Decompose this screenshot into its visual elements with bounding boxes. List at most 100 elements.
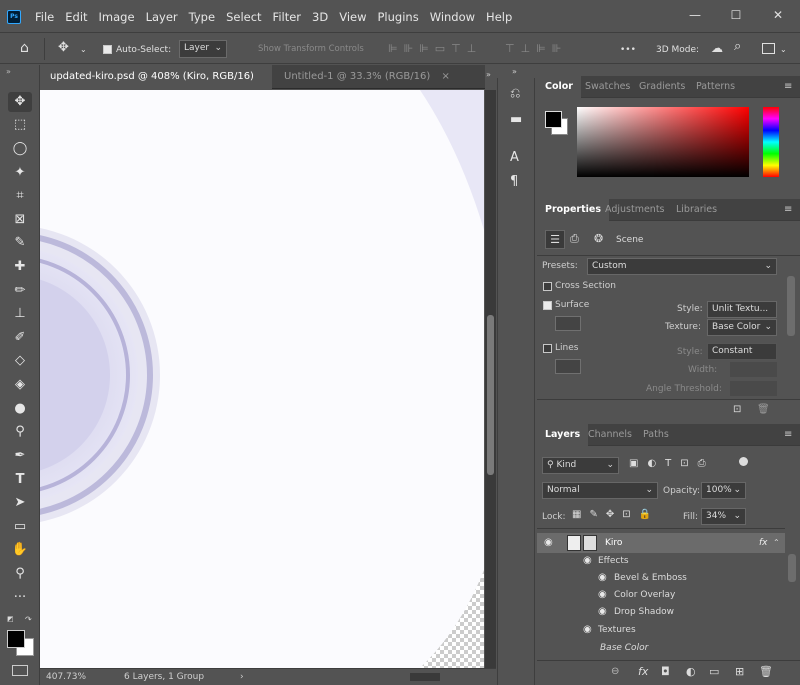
more-options-icon[interactable]: ••• xyxy=(620,43,636,57)
visibility-eye-icon[interactable]: ◉ xyxy=(583,621,592,639)
layer-row-effects[interactable]: ◉ Effects xyxy=(537,552,785,570)
history-icon[interactable]: ⎌ xyxy=(510,86,520,101)
new-layer-icon[interactable]: ⊞ xyxy=(735,665,744,678)
close-window-button[interactable]: ✕ xyxy=(771,8,785,22)
menu-image[interactable]: Image xyxy=(99,10,135,24)
tab-updated-kiro[interactable]: updated-kiro.psd @ 408% (Kiro, RGB/16) *… xyxy=(40,65,272,106)
panel-menu-icon[interactable]: ≡ xyxy=(784,81,794,92)
close-tab-icon[interactable]: × xyxy=(441,71,449,82)
magic-wand-icon[interactable]: ✦ xyxy=(8,163,32,183)
blur-tool-icon[interactable]: ● xyxy=(8,399,32,419)
tab-paths[interactable]: Paths xyxy=(635,424,677,446)
move-tool-icon[interactable]: ✥ xyxy=(58,41,69,55)
quick-mask-icon[interactable] xyxy=(12,665,28,676)
eyedropper-icon[interactable]: ✎ xyxy=(8,233,32,253)
minimize-button[interactable]: — xyxy=(688,8,702,22)
fx-icon[interactable]: fx xyxy=(638,665,648,678)
frame-tool-icon[interactable]: ⊠ xyxy=(8,210,32,230)
cloud-share-icon[interactable]: ☁ xyxy=(711,41,723,55)
crop-tool-icon[interactable]: ⌗ xyxy=(8,186,32,206)
visibility-eye-icon[interactable]: ◉ xyxy=(598,603,607,621)
auto-select-dropdown[interactable]: Layer ⌄ xyxy=(179,40,227,58)
scrollbar-thumb[interactable] xyxy=(487,315,494,475)
menu-help[interactable]: Help xyxy=(486,10,512,24)
menu-select[interactable]: Select xyxy=(226,10,261,24)
eraser-tool-icon[interactable]: ◇ xyxy=(8,351,32,371)
zoom-tool-icon[interactable]: ⚲ xyxy=(8,564,32,584)
scene-filter-icon[interactable]: ☰ xyxy=(545,230,565,249)
lines-color-swatch[interactable] xyxy=(555,359,581,374)
tab-untitled-1[interactable]: Untitled-1 @ 33.3% (RGB/16) × xyxy=(274,65,484,89)
layer-row-drop-shadow[interactable]: ◉ Drop Shadow xyxy=(537,603,785,621)
lines-style-dropdown[interactable]: Constant xyxy=(707,343,777,360)
menu-edit[interactable]: Edit xyxy=(65,10,87,24)
render-icon[interactable]: ⎙ xyxy=(570,232,579,246)
horizontal-scrollbar[interactable] xyxy=(410,673,440,681)
pen-tool-icon[interactable]: ✒ xyxy=(8,446,32,466)
zoom-level[interactable]: 407.73% xyxy=(46,669,86,685)
stamp-tool-icon[interactable]: ⊥ xyxy=(8,304,32,324)
character-icon[interactable]: A xyxy=(510,150,519,165)
link-icon[interactable]: ⊖ xyxy=(611,666,619,677)
hue-slider[interactable] xyxy=(763,107,779,177)
layer-row-kiro[interactable]: ◉ Kiro fx ⌃ xyxy=(537,533,785,553)
dodge-tool-icon[interactable]: ⚲ xyxy=(8,422,32,442)
layer-row-base-color[interactable]: Base Color xyxy=(537,639,785,657)
lasso-tool-icon[interactable]: ◯ xyxy=(8,139,32,159)
menu-view[interactable]: View xyxy=(339,10,366,24)
tab-libraries[interactable]: Libraries xyxy=(668,199,725,221)
foreground-color-swatch[interactable] xyxy=(7,630,25,648)
color-field[interactable] xyxy=(577,107,749,177)
path-selection-icon[interactable]: ➤ xyxy=(8,493,32,513)
tab-gradients[interactable]: Gradients xyxy=(631,76,693,98)
visibility-eye-icon[interactable]: ◉ xyxy=(598,586,607,604)
texture-dropdown[interactable]: Base Color ⌄ xyxy=(707,319,777,336)
panel-menu-icon[interactable]: ≡ xyxy=(784,429,794,440)
history-brush-icon[interactable]: ✐ xyxy=(8,328,32,348)
healing-brush-icon[interactable]: ✚ xyxy=(8,257,32,277)
show-transform-controls[interactable]: Show Transform Controls xyxy=(258,44,364,54)
default-colors-icon[interactable]: ◩ xyxy=(7,615,14,623)
style-dropdown[interactable]: Unlit Textu... xyxy=(707,301,777,318)
presets-dropdown[interactable]: Custom ⌄ xyxy=(587,258,777,275)
chevron-down-icon[interactable]: ⌄ xyxy=(80,43,87,57)
tab-swatches[interactable]: Swatches xyxy=(577,76,638,98)
filter-toggle-icon[interactable] xyxy=(739,457,748,466)
group-icon[interactable]: ▭ xyxy=(709,665,719,678)
trash-icon[interactable]: 🗑 xyxy=(757,404,770,415)
visibility-eye-icon[interactable]: ◉ xyxy=(544,533,553,553)
collapse-panels-icon[interactable]: » xyxy=(512,67,517,76)
menu-plugins[interactable]: Plugins xyxy=(378,10,419,24)
opacity-input[interactable]: 100% ⌄ xyxy=(701,482,746,499)
expand-effects-icon[interactable]: ⌃ xyxy=(773,533,780,553)
fill-input[interactable]: 34% ⌄ xyxy=(701,508,746,525)
visibility-eye-icon[interactable]: ◉ xyxy=(583,552,592,570)
brush-tool-icon[interactable]: ✏ xyxy=(8,281,32,301)
menu-layer[interactable]: Layer xyxy=(146,10,178,24)
layer-kind-filter[interactable]: ⚲ Kind ⌄ xyxy=(542,457,619,474)
rectangle-tool-icon[interactable]: ▭ xyxy=(8,517,32,537)
properties-scrollbar[interactable] xyxy=(787,276,795,336)
move-tool-icon[interactable]: ✥ xyxy=(8,92,32,112)
swap-colors-icon[interactable]: ↷ xyxy=(25,615,32,624)
width-input[interactable] xyxy=(730,362,777,377)
lock-icons[interactable]: ▦✎✥⊡🔒 xyxy=(572,509,659,520)
lines-checkbox[interactable] xyxy=(543,344,552,353)
panel-menu-icon[interactable]: ≡ xyxy=(784,204,794,215)
menu-3d[interactable]: 3D xyxy=(312,10,328,24)
layer-filter-icons[interactable]: ▣◐T⊡⎙ xyxy=(629,458,715,469)
menu-type[interactable]: Type xyxy=(189,10,215,24)
layer-row-bevel-emboss[interactable]: ◉ Bevel & Emboss xyxy=(537,569,785,587)
gradient-tool-icon[interactable]: ◈ xyxy=(8,375,32,395)
home-icon[interactable]: ⌂ xyxy=(20,41,29,55)
render-scene-icon[interactable]: ⊡ xyxy=(733,404,741,415)
workspace-chevron-icon[interactable]: ⌄ xyxy=(780,43,787,57)
blend-mode-dropdown[interactable]: Normal ⌄ xyxy=(542,482,658,499)
more-tools-icon[interactable]: ··· xyxy=(8,588,32,608)
type-tool-icon[interactable]: T xyxy=(8,470,32,490)
document-canvas[interactable] xyxy=(40,90,484,668)
maximize-button[interactable]: ☐ xyxy=(729,8,743,22)
foreground-color-chip[interactable] xyxy=(545,111,562,128)
hand-tool-icon[interactable]: ✋ xyxy=(8,540,32,560)
fx-badge[interactable]: fx xyxy=(759,533,768,553)
